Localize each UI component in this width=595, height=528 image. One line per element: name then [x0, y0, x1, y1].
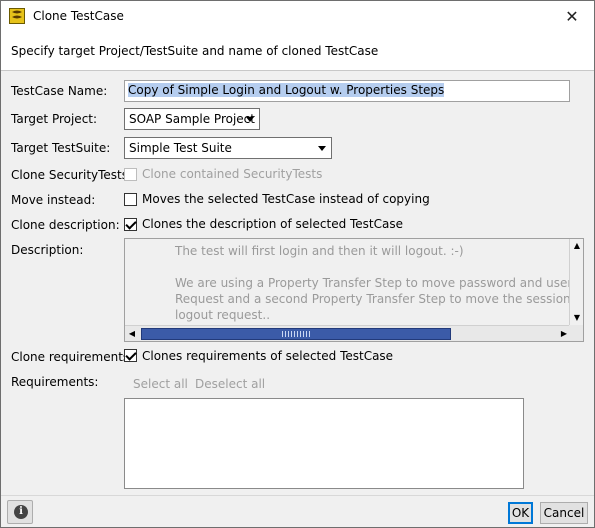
move-instead-checkbox[interactable] [124, 193, 137, 206]
window-title: Clone TestCase [33, 9, 124, 23]
testcase-name-value: Copy of Simple Login and Logout w. Prope… [128, 83, 445, 97]
scroll-down-icon[interactable]: ▼ [571, 312, 583, 324]
title-bar: Clone TestCase ✕ [1, 1, 594, 32]
chevron-down-icon [246, 117, 254, 122]
scroll-left-icon[interactable]: ◀ [126, 328, 138, 340]
close-icon[interactable]: ✕ [550, 1, 594, 32]
deselect-all-button[interactable]: Deselect all [195, 377, 265, 391]
clone-securitytests-checkbox-label: Clone contained SecurityTests [142, 167, 323, 181]
clone-description-label: Clone description: [11, 218, 120, 232]
info-button[interactable]: i [7, 500, 33, 524]
move-instead-label: Move instead: [11, 193, 96, 207]
clone-testcase-dialog: Clone TestCase ✕ Specify target Project/… [0, 0, 595, 528]
info-icon: i [14, 505, 28, 519]
clone-securitytests-checkbox[interactable] [124, 168, 137, 181]
description-horizontal-scrollbar[interactable]: ◀ ▶ [125, 325, 571, 341]
clone-requirements-checkbox-label: Clones requirements of selected TestCase [142, 349, 394, 363]
clone-requirements-label: Clone requirements: [11, 350, 134, 364]
requirements-list[interactable] [124, 398, 524, 489]
target-project-label: Target Project: [11, 112, 98, 126]
move-instead-checkbox-label: Moves the selected TestCase instead of c… [142, 192, 430, 206]
description-textarea[interactable]: The test will first login and then it wi… [124, 238, 584, 342]
description-text: The test will first login and then it wi… [175, 244, 584, 322]
horizontal-scroll-thumb[interactable] [141, 328, 451, 340]
target-testsuite-label: Target TestSuite: [11, 141, 111, 155]
dialog-header: Specify target Project/TestSuite and nam… [1, 32, 594, 71]
target-project-value: SOAP Sample Project [129, 112, 255, 126]
soapui-app-icon [9, 8, 25, 24]
testcase-name-label: TestCase Name: [11, 84, 108, 98]
scroll-up-icon[interactable]: ▲ [571, 240, 583, 252]
target-testsuite-select[interactable]: Simple Test Suite [124, 137, 332, 159]
chevron-down-icon [318, 146, 326, 151]
select-all-button[interactable]: Select all [133, 377, 188, 391]
requirements-label: Requirements: [11, 375, 99, 389]
scrollbar-corner [569, 325, 583, 341]
target-testsuite-value: Simple Test Suite [129, 141, 232, 155]
dialog-footer: i OK Cancel [1, 495, 594, 527]
clone-requirements-checkbox[interactable] [124, 349, 137, 362]
clone-securitytests-label: Clone SecurityTests: [11, 168, 133, 182]
description-vertical-scrollbar[interactable]: ▲ ▼ [569, 239, 583, 325]
target-project-select[interactable]: SOAP Sample Project [124, 108, 260, 130]
ok-button[interactable]: OK [508, 502, 533, 524]
clone-description-checkbox-label: Clones the description of selected TestC… [142, 217, 403, 231]
header-description: Specify target Project/TestSuite and nam… [11, 44, 379, 58]
clone-description-checkbox[interactable] [124, 218, 137, 231]
testcase-name-input[interactable]: Copy of Simple Login and Logout w. Prope… [124, 80, 570, 102]
cancel-button[interactable]: Cancel [540, 502, 588, 524]
description-label: Description: [11, 243, 84, 257]
